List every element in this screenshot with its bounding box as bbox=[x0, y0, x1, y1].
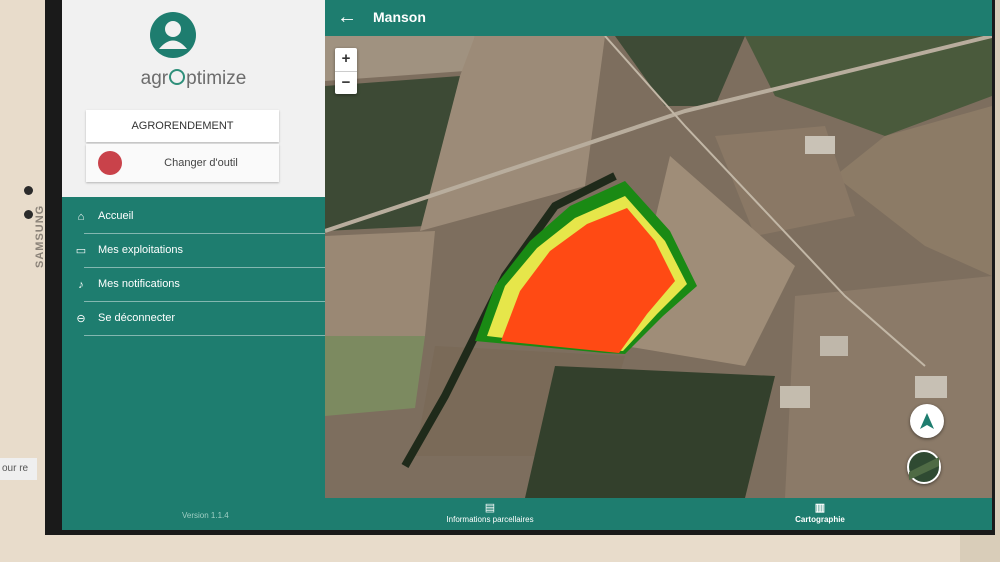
farm-building bbox=[820, 336, 848, 356]
home-icon: ⌂ bbox=[77, 211, 85, 223]
field-dark-south bbox=[525, 366, 775, 498]
logout-icon: ⊖ bbox=[76, 313, 86, 325]
zoom-out-button[interactable]: − bbox=[335, 71, 357, 95]
camera-dot bbox=[24, 186, 33, 195]
sidebar: agr ptimize AGRORENDEMENT Changer d'outil… bbox=[62, 0, 325, 530]
app-logo: agr ptimize bbox=[62, 68, 325, 90]
farm-building bbox=[805, 136, 835, 154]
locate-button[interactable] bbox=[910, 404, 944, 438]
farm-building bbox=[780, 386, 810, 408]
sidebar-nav: ⌂ Accueil ▭ Mes exploitations ♪ Mes noti… bbox=[62, 200, 325, 336]
sidebar-item-label: Accueil bbox=[98, 210, 134, 222]
version-label: Version 1.1.4 bbox=[182, 511, 229, 520]
layer-toggle-button[interactable] bbox=[907, 450, 941, 484]
switch-tool-label: Changer d'outil bbox=[164, 157, 238, 169]
satellite-layer-icon bbox=[909, 457, 939, 480]
sidebar-item-notifications[interactable]: ♪ Mes notifications bbox=[78, 268, 325, 302]
sidebar-item-label: Se déconnecter bbox=[98, 312, 176, 324]
tab-informations[interactable]: ▤ Informations parcellaires bbox=[425, 498, 555, 530]
zoom-control: + − bbox=[335, 48, 357, 94]
field-left bbox=[325, 231, 435, 336]
sidebar-item-label: Mes exploitations bbox=[98, 244, 183, 256]
sensor-dot bbox=[24, 210, 33, 219]
farm-building bbox=[915, 376, 947, 398]
logo-prefix: agr bbox=[140, 68, 169, 89]
tab-label: Cartographie bbox=[795, 515, 845, 524]
avatar[interactable] bbox=[150, 12, 196, 58]
sidebar-item-accueil[interactable]: ⌂ Accueil bbox=[78, 200, 325, 234]
zoom-in-button[interactable]: + bbox=[335, 48, 357, 71]
sidebar-header: agr ptimize AGRORENDEMENT Changer d'outil bbox=[62, 0, 325, 197]
map-icon: ▥ bbox=[814, 502, 826, 514]
folder-icon: ▭ bbox=[75, 245, 87, 257]
bottom-nav: ▤ Informations parcellaires ▥ Cartograph… bbox=[325, 498, 992, 530]
module-label: AGRORENDEMENT bbox=[86, 110, 279, 142]
app-window: agr ptimize AGRORENDEMENT Changer d'outil… bbox=[62, 0, 992, 530]
sidebar-item-label: Mes notifications bbox=[98, 278, 180, 290]
sidebar-item-exploitations[interactable]: ▭ Mes exploitations bbox=[76, 234, 325, 268]
map-view[interactable]: + − bbox=[325, 36, 992, 498]
field-rows bbox=[325, 336, 425, 416]
tool-hand-icon bbox=[98, 151, 122, 175]
tab-label: Informations parcellaires bbox=[446, 515, 534, 524]
background-window-text: our re bbox=[0, 458, 37, 480]
back-arrow-icon[interactable]: ← bbox=[337, 6, 357, 28]
top-bar: ← Manson bbox=[325, 0, 992, 36]
bell-icon: ♪ bbox=[78, 279, 84, 291]
tab-cartographie[interactable]: ▥ Cartographie bbox=[755, 498, 885, 530]
page-title: Manson bbox=[373, 9, 426, 25]
logo-suffix: ptimize bbox=[186, 68, 247, 89]
satellite-map bbox=[325, 36, 992, 498]
field-southeast bbox=[785, 276, 992, 498]
document-icon: ▤ bbox=[484, 502, 496, 514]
switch-tool-button[interactable]: Changer d'outil bbox=[86, 144, 279, 182]
user-icon bbox=[159, 21, 187, 49]
navigation-arrow-icon bbox=[920, 413, 934, 429]
logo-o-icon bbox=[169, 69, 186, 85]
sidebar-item-logout[interactable]: ⊖ Se déconnecter bbox=[76, 302, 325, 336]
